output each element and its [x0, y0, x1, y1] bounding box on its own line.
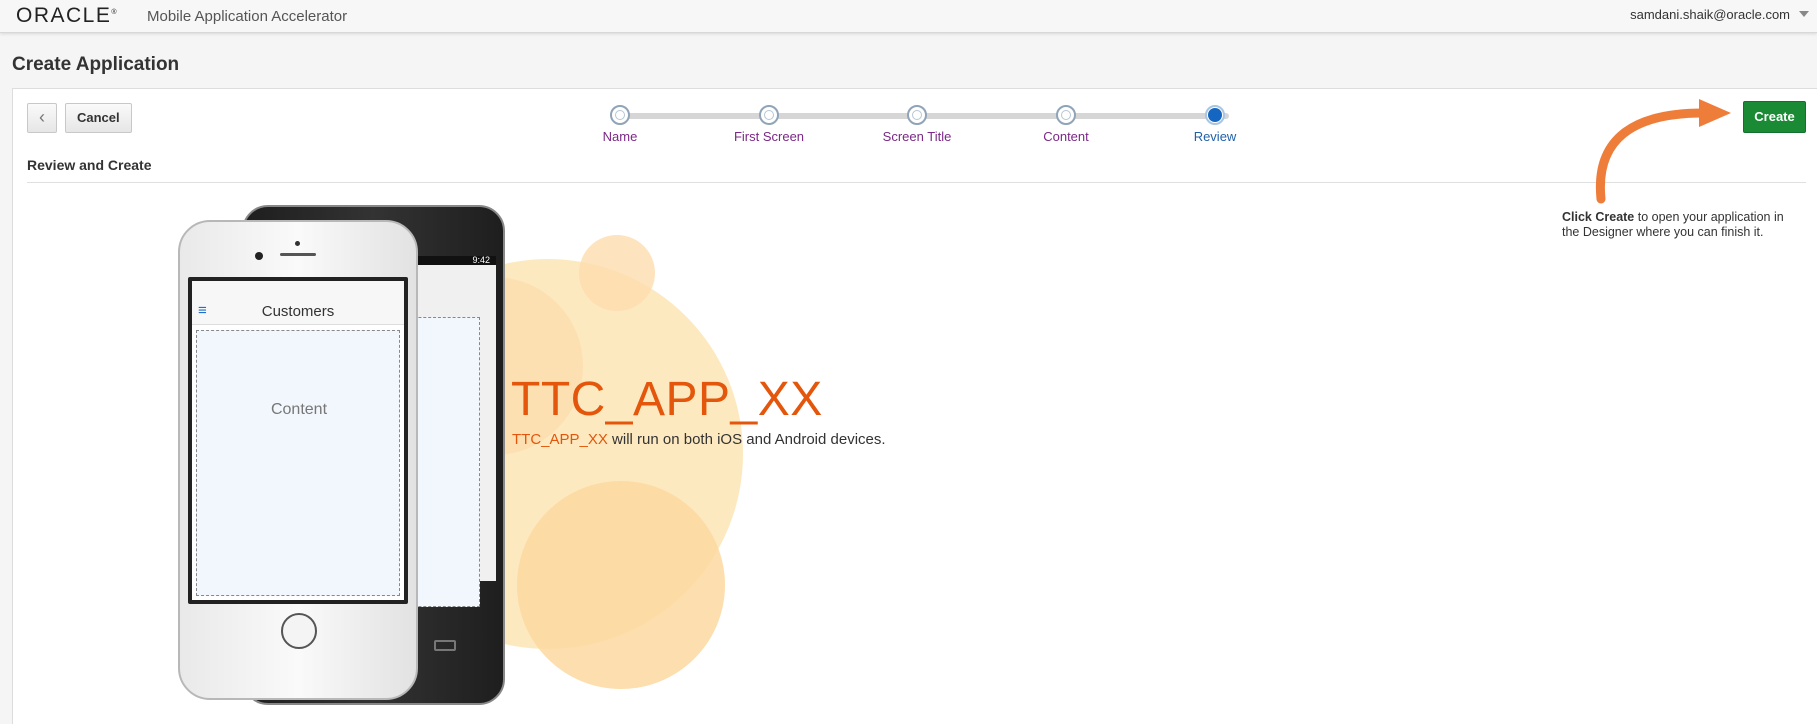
user-menu[interactable]: samdani.shaik@oracle.com [1630, 7, 1790, 22]
train-label-content[interactable]: Content [1043, 129, 1089, 144]
train-stop-review[interactable] [1205, 105, 1225, 125]
app-name: Mobile Application Accelerator [147, 8, 348, 25]
train-stop-content[interactable] [1056, 105, 1076, 125]
cancel-button[interactable]: Cancel [65, 103, 132, 133]
home-button-icon [281, 613, 317, 649]
train-label-first-screen[interactable]: First Screen [734, 129, 804, 144]
top-header: ORACLE® Mobile Application Accelerator s… [0, 0, 1817, 33]
caret-down-icon[interactable] [1799, 11, 1809, 17]
oracle-logo[interactable]: ORACLE® [16, 4, 117, 28]
speaker-icon [280, 253, 316, 256]
train-stop-first-screen[interactable] [759, 105, 779, 125]
content-placeholder: Content [196, 330, 400, 596]
create-hint: Click Create to open your application in… [1562, 210, 1784, 239]
train-label-review[interactable]: Review [1194, 129, 1237, 144]
back-button[interactable]: ‹ [27, 103, 57, 133]
android-status-time: 9:42 [472, 255, 490, 265]
iphone-app-bar: ≡ Customers [192, 281, 404, 325]
screen-title-preview: Customers [261, 303, 335, 320]
front-camera-icon [255, 252, 263, 260]
iphone-screen: ≡ Customers Content [188, 277, 408, 604]
train-label-screen-title[interactable]: Screen Title [883, 129, 952, 144]
train-label-name[interactable]: Name [603, 129, 638, 144]
content-label: Content [270, 401, 328, 418]
section-divider [27, 182, 1806, 183]
app-name-title: TTC_APP_XX [511, 373, 823, 426]
camera-icon [295, 241, 300, 246]
app-description: TTC_APP_XX will run on both iOS and Andr… [512, 431, 886, 448]
chevron-left-icon: ‹ [39, 107, 45, 127]
recent-apps-icon [434, 640, 456, 651]
iphone-illustration: ≡ Customers Content [178, 220, 418, 700]
curved-arrow-icon [1595, 99, 1731, 204]
page-title: Create Application [12, 54, 180, 75]
section-title: Review and Create [27, 157, 152, 173]
train-stop-screen-title[interactable] [907, 105, 927, 125]
decor-circle-small [579, 235, 655, 311]
create-app-panel: ‹ Cancel Name First Screen Screen Title … [12, 88, 1817, 724]
train-stop-name[interactable] [610, 105, 630, 125]
decor-circle-bottom [517, 481, 725, 689]
